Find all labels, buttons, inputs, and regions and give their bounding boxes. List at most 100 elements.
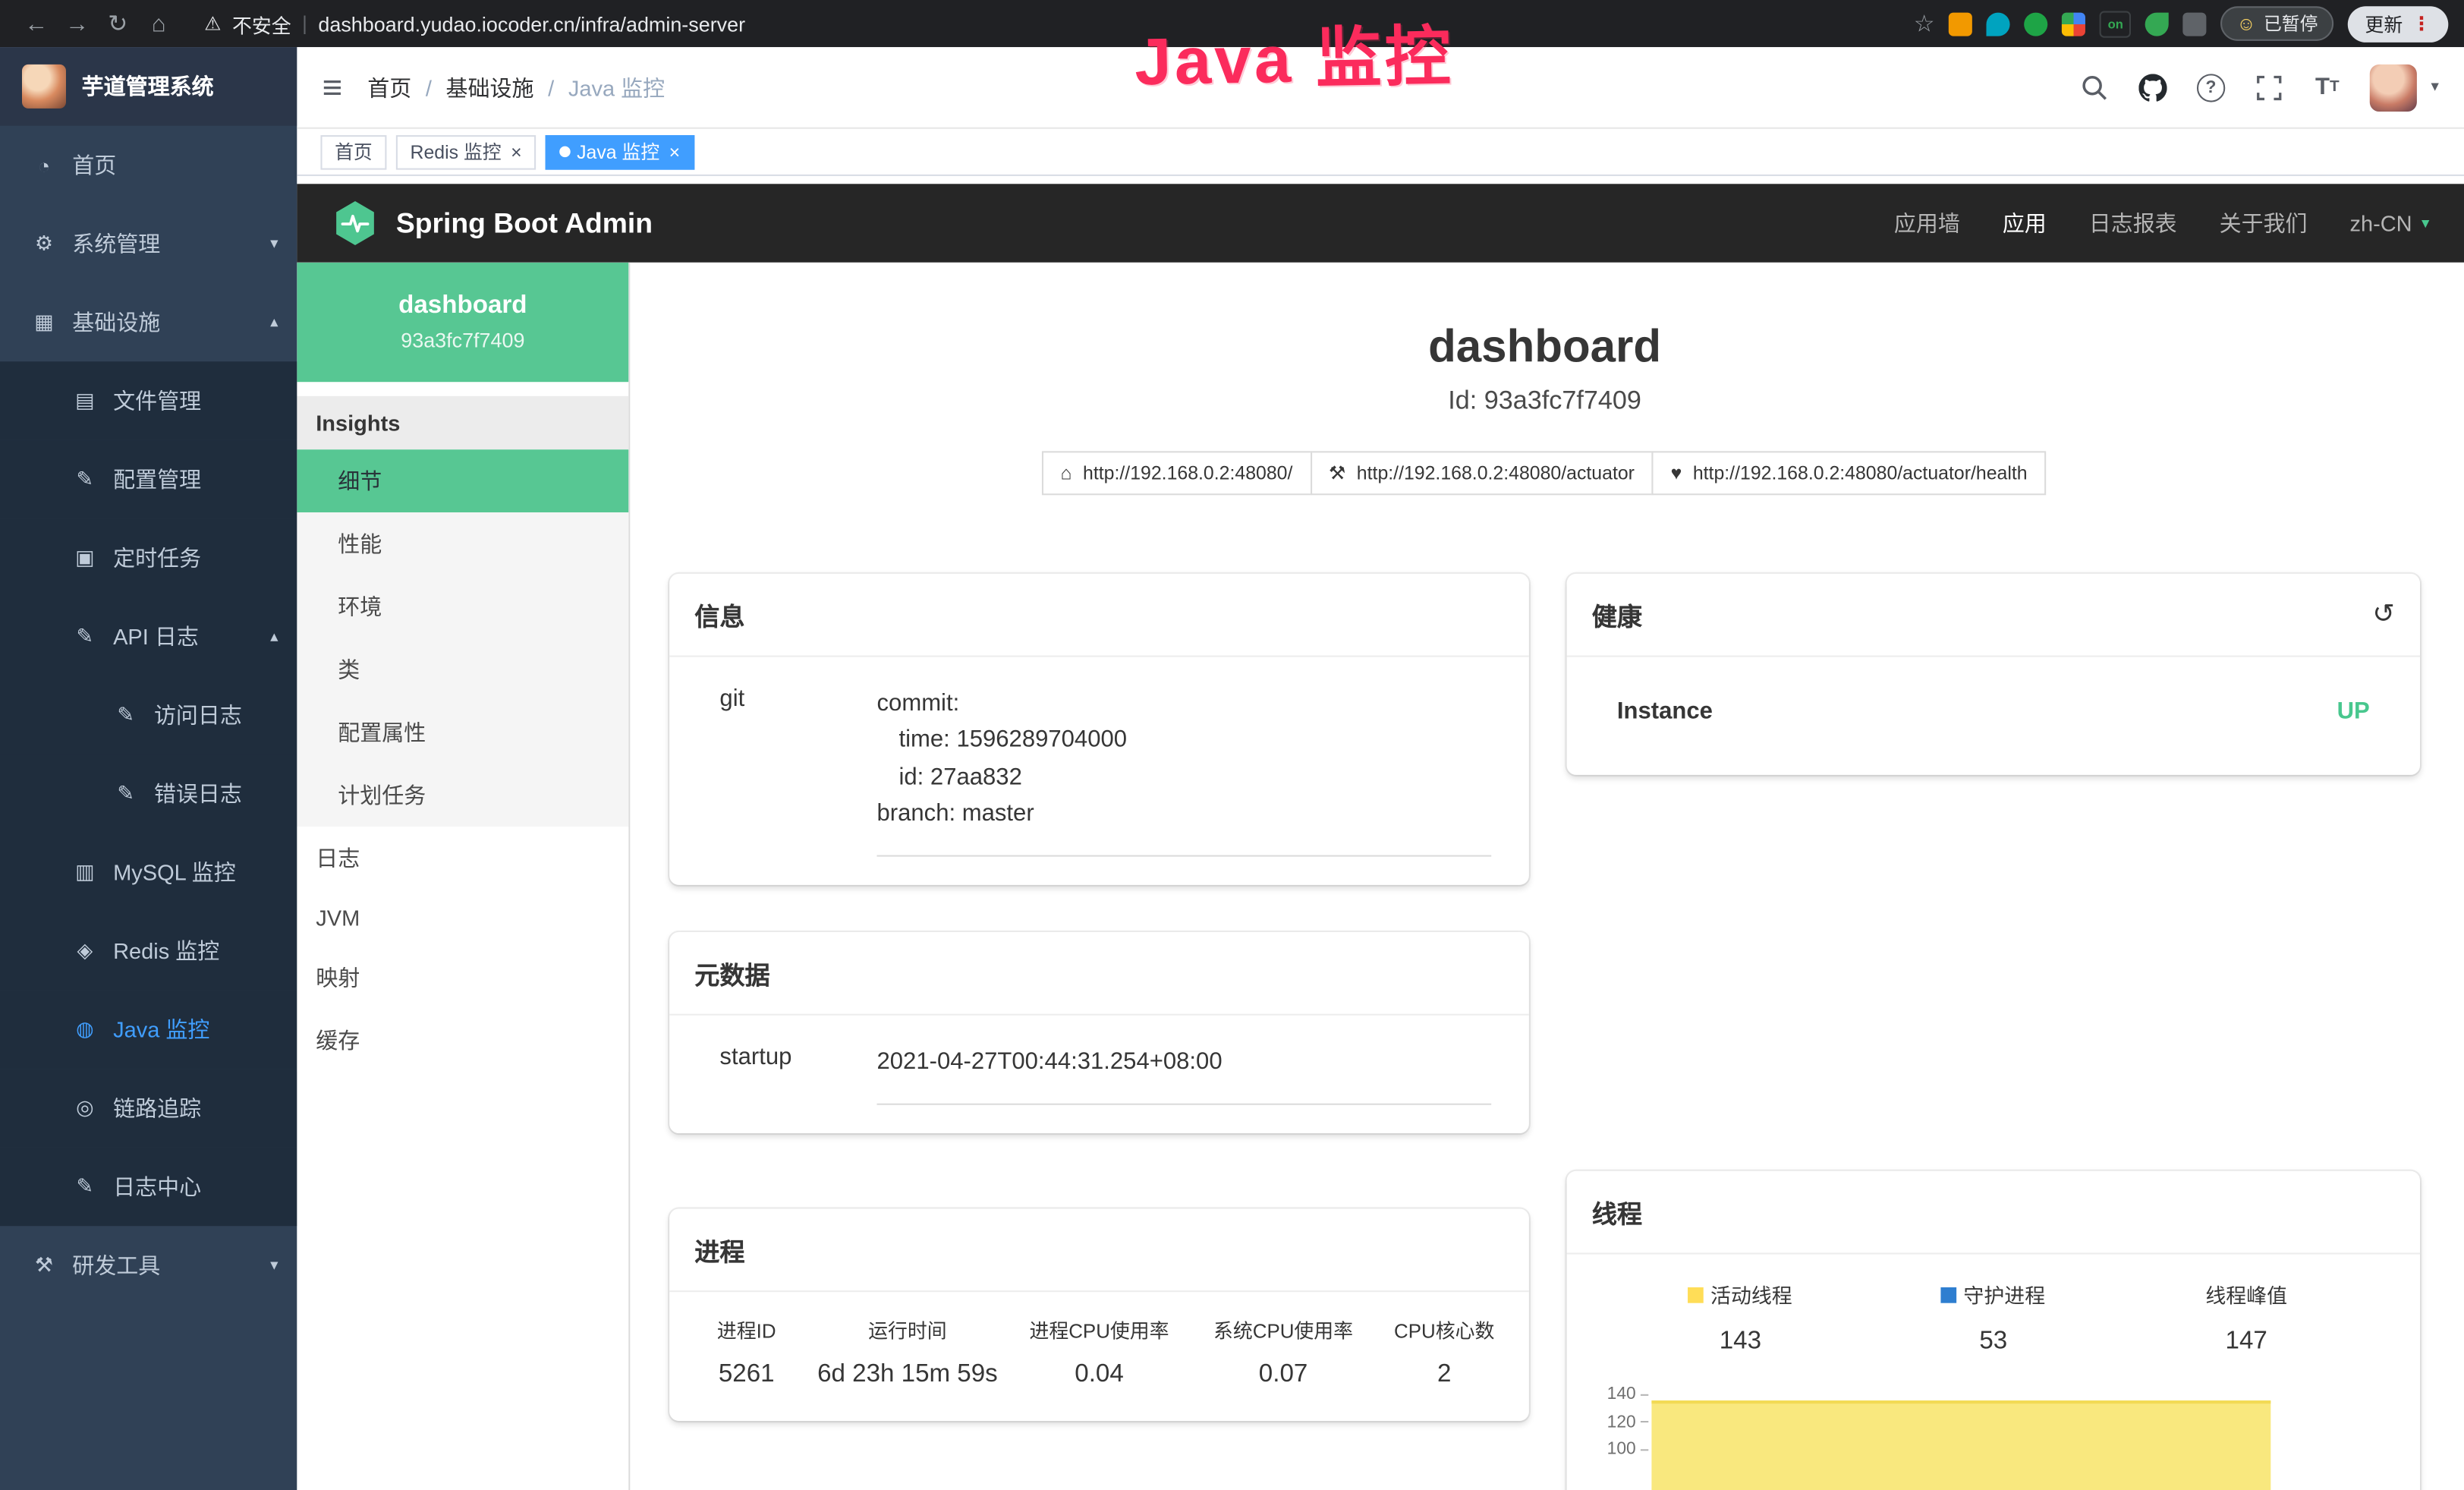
sidebar-item-mysql-monitor[interactable]: ▥ MySQL 监控: [0, 833, 297, 912]
history-icon[interactable]: ↺: [2372, 599, 2395, 630]
monitor-icon: ▦: [31, 310, 56, 335]
reload-icon[interactable]: ↻: [97, 9, 138, 37]
metadata-key: startup: [719, 1044, 876, 1105]
page-subtitle: Id: 93a3fc7f7409: [669, 386, 2420, 416]
health-url-link[interactable]: ♥ http://192.168.0.2:48080/actuator/heal…: [1652, 451, 2047, 495]
profile-paused-badge[interactable]: ☺ 已暂停: [2220, 6, 2333, 41]
extension-icon-5[interactable]: on: [2100, 10, 2131, 36]
sba-item-config-props[interactable]: 配置属性: [297, 701, 628, 764]
metadata-startup-row: startup 2021-04-27T00:44:31.254+08:00: [669, 1016, 1529, 1106]
sidebar-item-config-management[interactable]: ✎ 配置管理: [0, 440, 297, 519]
address-bar[interactable]: ⚠ 不安全 | dashboard.yudao.iocoder.cn/infra…: [204, 8, 1914, 38]
status-badge: UP: [2337, 698, 2370, 724]
actuator-url-link[interactable]: ⚒ http://192.168.0.2:48080/actuator: [1310, 451, 1654, 495]
sidebar-item-scheduled-jobs[interactable]: ▣ 定时任务: [0, 518, 297, 597]
sba-item-logging[interactable]: 日志: [297, 827, 628, 890]
hamburger-icon[interactable]: ≡: [323, 70, 343, 105]
sba-nav-about[interactable]: 关于我们: [2220, 207, 2308, 238]
legend-peak-threads: 线程峰值: [2205, 1280, 2287, 1309]
sidebar-item-api-logs[interactable]: ✎ API 日志 ▴: [0, 597, 297, 676]
health-card: 健康 ↺ Instance UP: [1567, 574, 2420, 775]
threads-legend: 活动线程 143 守护进程: [1567, 1254, 2420, 1356]
sba-item-scheduled-tasks[interactable]: 计划任务: [297, 764, 628, 827]
log-icon: ✎: [72, 624, 97, 649]
sba-language-select[interactable]: zh-CN ▾: [2349, 210, 2429, 235]
sba-sidebar: dashboard 93a3fc7f7409 Insights 细节 性能 环境…: [297, 263, 630, 1490]
process-header: 进程CPU使用率: [1007, 1315, 1191, 1344]
sidebar-item-system-management[interactable]: ⚙ 系统管理 ▾: [0, 204, 297, 283]
app-logo[interactable]: 芋道管理系统: [0, 47, 297, 126]
sidebar-item-trace[interactable]: ◎ 链路追踪: [0, 1069, 297, 1148]
sba-item-mappings[interactable]: 映射: [297, 947, 628, 1010]
extension-icon-4[interactable]: [2062, 12, 2085, 36]
chrome-update-button[interactable]: 更新 ⋮: [2348, 5, 2449, 42]
search-icon[interactable]: [2079, 71, 2110, 102]
sba-nav-journal[interactable]: 日志报表: [2089, 207, 2177, 238]
sidebar-item-dev-tools[interactable]: ⚒ 研发工具 ▾: [0, 1226, 297, 1305]
extension-icon-6[interactable]: [2145, 12, 2169, 36]
bookmark-star-icon[interactable]: ☆: [1914, 9, 1935, 37]
process-card: 进程 进程ID 5261 运行时间: [669, 1209, 1529, 1422]
extension-icon-2[interactable]: [1987, 12, 2010, 36]
font-size-icon[interactable]: TT: [2311, 71, 2343, 102]
process-header: 运行时间: [808, 1315, 1008, 1344]
sidebar-item-error-logs[interactable]: ✎ 错误日志: [0, 754, 297, 833]
sba-content: dashboard Id: 93a3fc7f7409 ⌂ http://192.…: [630, 263, 2464, 1490]
tab-redis-monitor[interactable]: Redis 监控 ×: [396, 134, 536, 169]
breadcrumb-home[interactable]: 首页: [367, 71, 445, 102]
sba-item-caches[interactable]: 缓存: [297, 1009, 628, 1072]
sba-brand[interactable]: Spring Boot Admin: [332, 200, 653, 247]
sidebar-item-home[interactable]: ◔ 首页: [0, 126, 297, 205]
sba-nav-applications[interactable]: 应用: [2003, 207, 2047, 238]
info-value: commit: time: 1596289704000 id: 27aa832 …: [877, 685, 1492, 857]
log-icon: ✎: [113, 703, 138, 728]
breadcrumb-infrastructure[interactable]: 基础设施: [446, 71, 568, 102]
screen: ← → ↻ ⌂ ⚠ 不安全 | dashboard.yudao.iocoder.…: [0, 0, 2464, 1490]
sidebar-item-infrastructure[interactable]: ▦ 基础设施 ▴: [0, 283, 297, 362]
avatar-caret-icon[interactable]: ▾: [2431, 79, 2438, 96]
extension-icon-3[interactable]: [2025, 12, 2048, 36]
sidebar-item-redis-monitor[interactable]: ◈ Redis 监控: [0, 912, 297, 991]
sidebar-item-file-management[interactable]: ▤ 文件管理: [0, 361, 297, 440]
sba-item-jvm[interactable]: JVM: [297, 890, 628, 947]
metadata-card: 元数据 startup 2021-04-27T00:44:31.254+08:0…: [669, 932, 1529, 1134]
help-icon[interactable]: ?: [2195, 71, 2226, 102]
service-url-link[interactable]: ⌂ http://192.168.0.2:48080/: [1042, 451, 1312, 495]
sba-item-classes[interactable]: 类: [297, 638, 628, 701]
paused-label: 已暂停: [2264, 11, 2318, 36]
sba-item-details[interactable]: 细节: [297, 449, 628, 512]
close-icon[interactable]: ×: [511, 142, 522, 161]
user-avatar[interactable]: [2370, 64, 2417, 111]
process-header: 系统CPU使用率: [1191, 1315, 1376, 1344]
process-card-title: 进程: [669, 1209, 1529, 1293]
fullscreen-icon[interactable]: [2253, 71, 2284, 102]
edit-icon: ✎: [72, 467, 97, 492]
close-icon[interactable]: ×: [669, 142, 681, 161]
sidebar-item-access-logs[interactable]: ✎ 访问日志: [0, 676, 297, 754]
sidebar-item-java-monitor[interactable]: ◍ Java 监控: [0, 991, 297, 1069]
legend-active-threads: 活动线程: [1688, 1280, 1792, 1309]
sidebar-item-log-center[interactable]: ✎ 日志中心: [0, 1148, 297, 1227]
sba-instance-block[interactable]: dashboard 93a3fc7f7409: [297, 263, 628, 382]
home-icon[interactable]: ⌂: [138, 10, 179, 36]
back-icon[interactable]: ←: [16, 10, 57, 36]
tab-home[interactable]: 首页: [320, 134, 386, 169]
browser-menu-icon[interactable]: ⋮: [2412, 13, 2431, 35]
app-sidebar: 芋道管理系统 ◔ 首页 ⚙ 系统管理 ▾ ▦ 基础设施 ▴ ▤: [0, 47, 297, 1490]
sba-insights-header[interactable]: Insights: [297, 396, 628, 449]
github-icon[interactable]: [2137, 71, 2168, 102]
gear-icon: ⚙: [31, 231, 56, 256]
tools-icon: ⚒: [31, 1252, 56, 1277]
header-actions: ? TT ▾: [2079, 64, 2439, 111]
instance-id: 93a3fc7f7409: [401, 329, 524, 352]
sba-nav-wallboard[interactable]: 应用墙: [1894, 207, 1960, 238]
process-table: 进程ID 5261 运行时间 6d 23h 15m 59s: [669, 1293, 1529, 1422]
extension-icon-1[interactable]: [1949, 12, 1972, 36]
redis-icon: ◈: [72, 938, 97, 963]
sba-item-environment[interactable]: 环境: [297, 575, 628, 638]
forward-icon[interactable]: →: [57, 10, 98, 36]
extension-icon-7[interactable]: [2183, 12, 2207, 36]
chevron-down-icon: ▾: [2422, 215, 2429, 232]
sba-item-metrics[interactable]: 性能: [297, 512, 628, 575]
tab-java-monitor[interactable]: Java 监控 ×: [546, 134, 694, 169]
